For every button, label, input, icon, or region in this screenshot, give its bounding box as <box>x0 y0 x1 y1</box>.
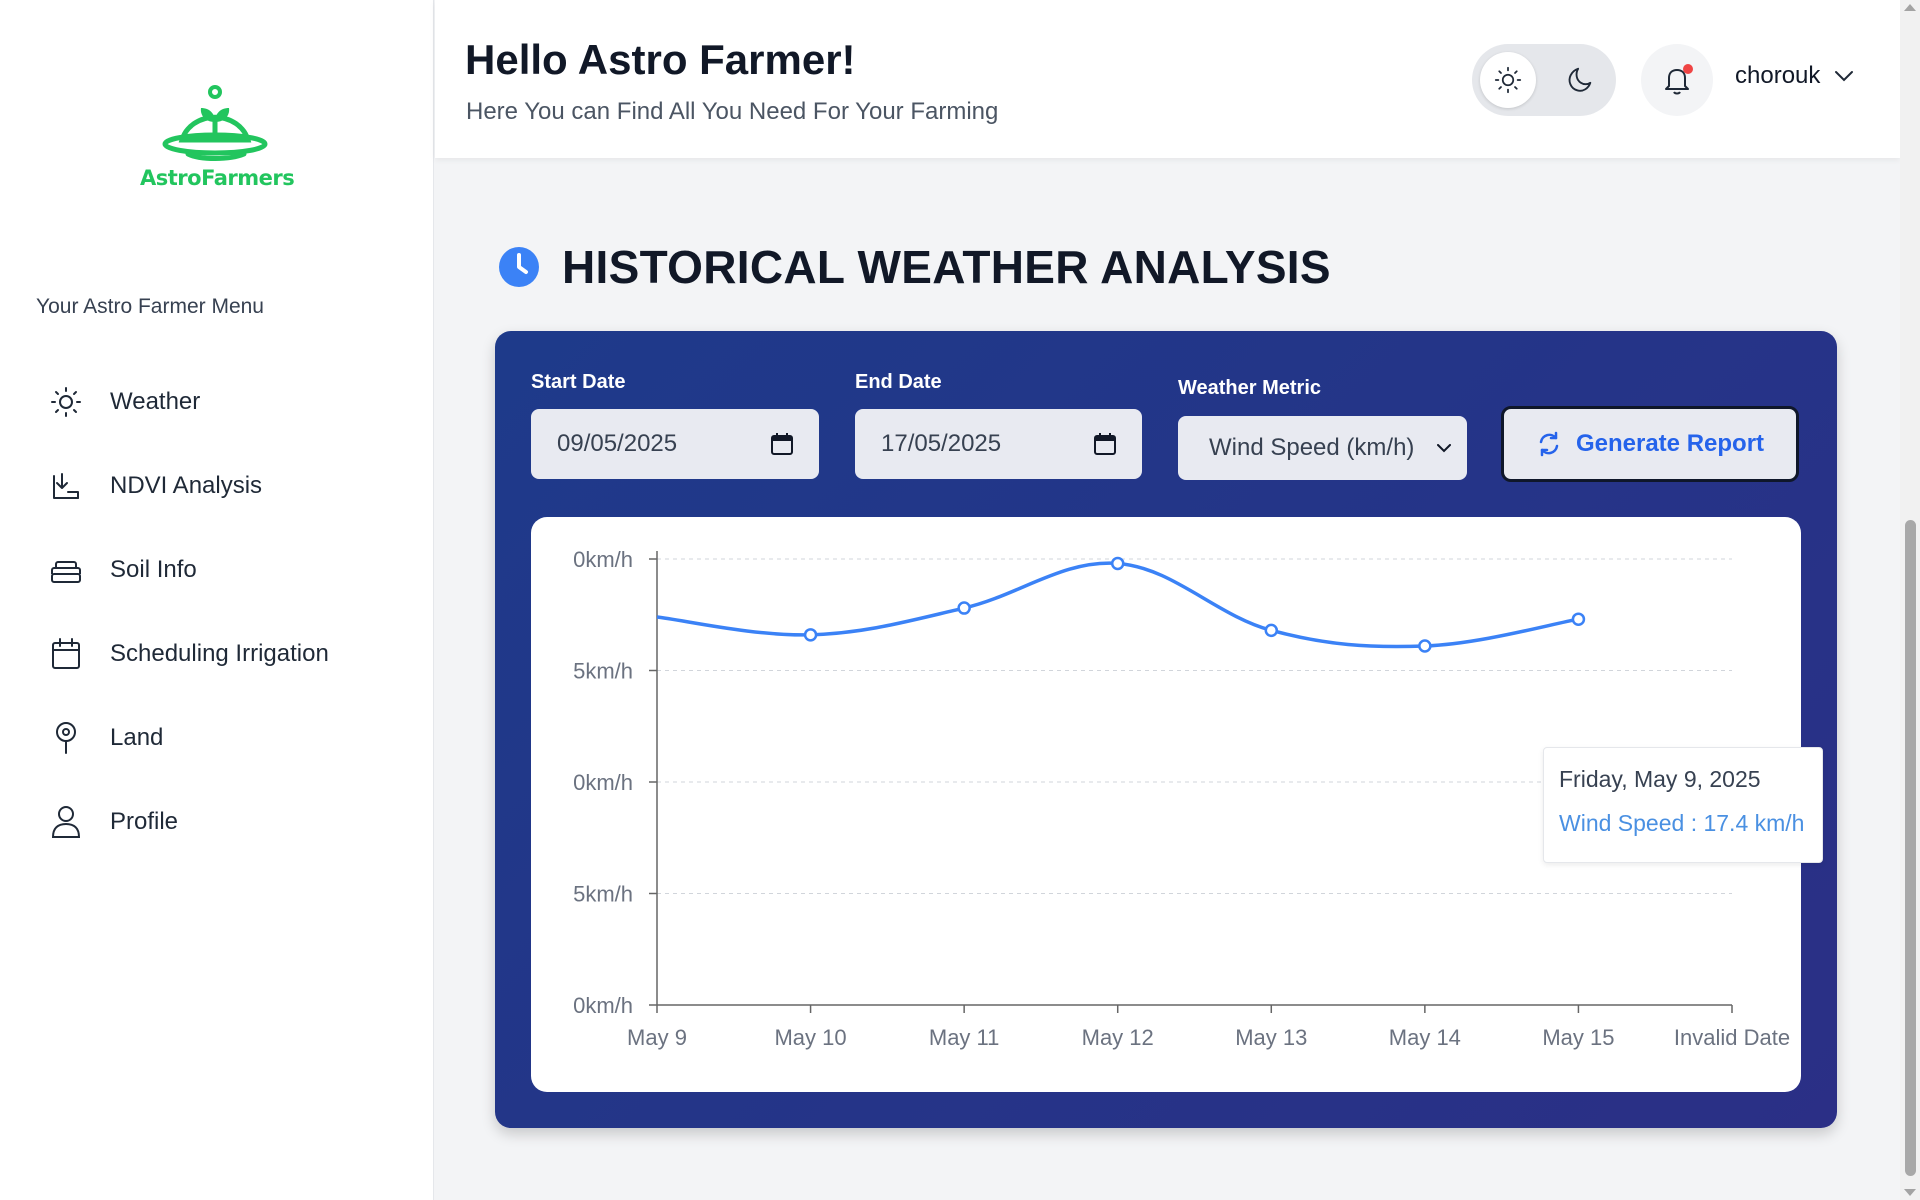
greeting-subtitle: Here You can Find All You Need For Your … <box>466 98 999 125</box>
clock-icon <box>499 247 539 287</box>
greeting-title: Hello Astro Farmer! <box>465 36 856 83</box>
start-date-value: 09/05/2025 <box>557 430 678 457</box>
data-point <box>1110 556 1125 571</box>
sidebar: AstroFarmers Your Astro Farmer Menu Weat… <box>0 0 434 1200</box>
weather-metric-select[interactable]: Wind Speed (km/h) <box>1178 416 1467 480</box>
chart-tooltip: Friday, May 9, 2025 Wind Speed : 17.4 km… <box>1543 747 1823 863</box>
sidebar-item-label: Soil Info <box>110 556 197 583</box>
y-tick-label: 5km/h <box>573 659 633 684</box>
moon-icon <box>1568 67 1592 92</box>
y-tick-label: 0km/h <box>573 993 633 1018</box>
menu-title: Your Astro Farmer Menu <box>36 295 264 318</box>
notification-dot <box>1683 64 1693 74</box>
username: chorouk <box>1735 62 1821 89</box>
weather-metric-label: Weather Metric <box>1178 377 1322 399</box>
sidebar-item-scheduling-irrigation[interactable]: Scheduling Irrigation <box>48 612 329 696</box>
tooltip-date: Friday, May 9, 2025 <box>1559 766 1761 792</box>
x-tick-label: May 13 <box>1235 1025 1307 1050</box>
sun-icon <box>48 384 84 420</box>
x-tick-label: May 14 <box>1389 1025 1461 1050</box>
app-logo[interactable]: AstroFarmers <box>140 82 295 190</box>
scroll-up-arrow[interactable] <box>1904 4 1916 11</box>
refresh-icon <box>1539 431 1559 457</box>
page-title-row: HISTORICAL WEATHER ANALYSIS <box>498 240 1331 294</box>
sidebar-item-label: Weather <box>110 388 201 415</box>
generate-report-label: Generate Report <box>1575 430 1765 457</box>
start-date-label: Start Date <box>531 371 626 393</box>
data-point <box>957 601 971 615</box>
end-date-label: End Date <box>855 371 942 393</box>
weather-report-panel: Start Date 09/05/2025 End Date 17/05/202… <box>495 331 1837 1128</box>
x-tick-label: May 9 <box>627 1025 687 1050</box>
data-point <box>803 628 818 642</box>
theme-toggle[interactable] <box>1472 44 1616 116</box>
sidebar-item-weather[interactable]: Weather <box>48 360 329 444</box>
end-date-value: 17/05/2025 <box>881 430 1002 457</box>
page-scrollbar[interactable] <box>1900 0 1920 1200</box>
dark-mode-button[interactable] <box>1552 52 1608 108</box>
sidebar-menu: Weather NDVI Analysis Soil Info Scheduli… <box>48 360 329 864</box>
map-pin-icon <box>48 720 84 756</box>
sidebar-item-ndvi-analysis[interactable]: NDVI Analysis <box>48 444 329 528</box>
sidebar-item-label: Scheduling Irrigation <box>110 640 329 667</box>
x-tick-label: May 10 <box>774 1025 846 1050</box>
x-tick-label: May 15 <box>1542 1025 1614 1050</box>
weather-metric-value: Wind Speed (km/h) <box>1209 434 1415 461</box>
chevron-down-icon <box>1437 443 1451 452</box>
scroll-thumb[interactable] <box>1905 520 1916 1176</box>
chevron-down-icon <box>1835 71 1854 82</box>
sidebar-item-soil-info[interactable]: Soil Info <box>48 528 329 612</box>
astrofarmers-logo-icon <box>162 85 268 161</box>
sidebar-item-profile[interactable]: Profile <box>48 780 329 864</box>
y-tick-label: 5km/h <box>573 882 633 907</box>
notifications-button[interactable] <box>1641 44 1713 116</box>
user-menu[interactable]: chorouk <box>1735 62 1854 90</box>
sidebar-item-label: Profile <box>110 808 179 835</box>
y-tick-label: 0km/h <box>573 547 633 572</box>
data-point <box>1571 612 1586 626</box>
sun-icon <box>1494 66 1522 94</box>
page-title: HISTORICAL WEATHER ANALYSIS <box>562 241 1331 293</box>
user-icon <box>48 804 84 840</box>
tooltip-value: Wind Speed : 17.4 km/h <box>1559 810 1805 836</box>
end-date-input[interactable]: 17/05/2025 <box>855 409 1142 479</box>
generate-report-button[interactable]: Generate Report <box>1501 406 1799 482</box>
data-point <box>1264 623 1279 638</box>
sidebar-item-label: Land <box>110 724 164 751</box>
x-tick-label: Invalid Date <box>1674 1025 1790 1050</box>
data-point <box>1418 639 1432 653</box>
sidebar-item-land[interactable]: Land <box>48 696 329 780</box>
calendar-icon[interactable] <box>771 433 793 455</box>
sidebar-item-label: NDVI Analysis <box>110 472 263 499</box>
calendar-icon[interactable] <box>1094 433 1116 455</box>
x-tick-label: May 12 <box>1082 1025 1154 1050</box>
top-header: Hello Astro Farmer! Here You can Find Al… <box>435 0 1900 158</box>
app-name: AstroFarmers <box>140 166 295 190</box>
chart-download-icon <box>48 468 84 504</box>
calendar-icon <box>48 636 84 672</box>
y-tick-label: 0km/h <box>573 770 633 795</box>
series-line <box>656 561 1579 649</box>
x-tick-label: May 11 <box>929 1025 1000 1050</box>
start-date-input[interactable]: 09/05/2025 <box>531 409 819 479</box>
layers-icon <box>48 552 84 588</box>
light-mode-button[interactable] <box>1480 52 1536 108</box>
scroll-down-arrow[interactable] <box>1904 1189 1916 1196</box>
